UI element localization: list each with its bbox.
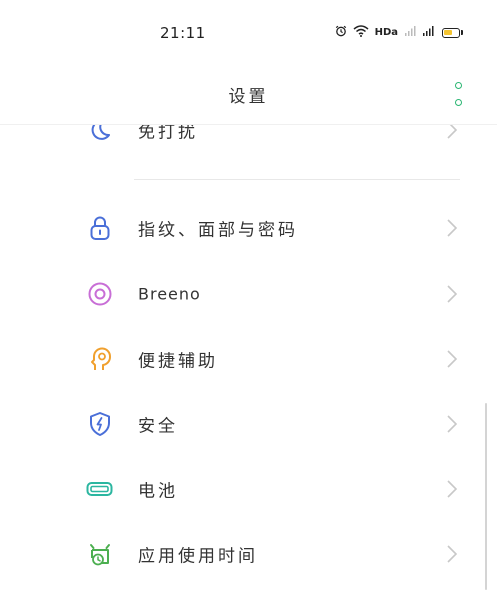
more-vertical-icon[interactable] [453,82,463,106]
settings-item-breeno[interactable]: Breeno [0,264,487,324]
shield-icon [86,410,114,438]
settings-item-battery[interactable]: 电池 [0,459,487,519]
settings-item-do-not-disturb[interactable]: 免打扰 [0,100,487,160]
alarm-icon [335,25,347,40]
lock-icon [86,214,114,242]
settings-item-label: 安全 [138,416,178,437]
wifi-icon [353,25,369,40]
settings-item-label: 便捷辅助 [138,351,218,372]
chevron-right-icon [447,285,458,303]
hd-icon: HDa [374,27,398,38]
status-time: 21:11 [160,24,206,42]
battery-icon [86,475,114,503]
chevron-right-icon [447,121,458,139]
battery-tip [461,30,463,35]
settings-item-label: 电池 [138,481,178,502]
chevron-right-icon [447,219,458,237]
moon-icon [86,116,114,144]
app-time-icon [86,540,114,568]
chevron-right-icon [447,480,458,498]
assist-icon [86,345,114,373]
signal-icon [404,25,416,40]
settings-item-fingerprint-face-password[interactable]: 指纹、面部与密码 [0,198,487,258]
settings-item-label: Breeno [138,284,201,304]
settings-item-label: 应用使用时间 [138,546,258,567]
settings-item-security[interactable]: 安全 [0,394,487,454]
status-bar: 21:11 HDa [0,0,497,60]
signal-icon [422,25,436,40]
status-icons: HDa [335,25,463,40]
settings-item-app-usage-time[interactable]: 应用使用时间 [0,524,487,584]
chevron-right-icon [447,545,458,563]
breeno-icon [86,280,114,308]
scrollbar[interactable] [485,403,487,590]
chevron-right-icon [447,350,458,368]
battery-icon [442,27,460,38]
section-divider [134,179,460,180]
chevron-right-icon [447,415,458,433]
settings-item-label: 免打扰 [138,122,198,143]
settings-item-convenience-assist[interactable]: 便捷辅助 [0,329,487,389]
settings-item-label: 指纹、面部与密码 [138,220,298,241]
